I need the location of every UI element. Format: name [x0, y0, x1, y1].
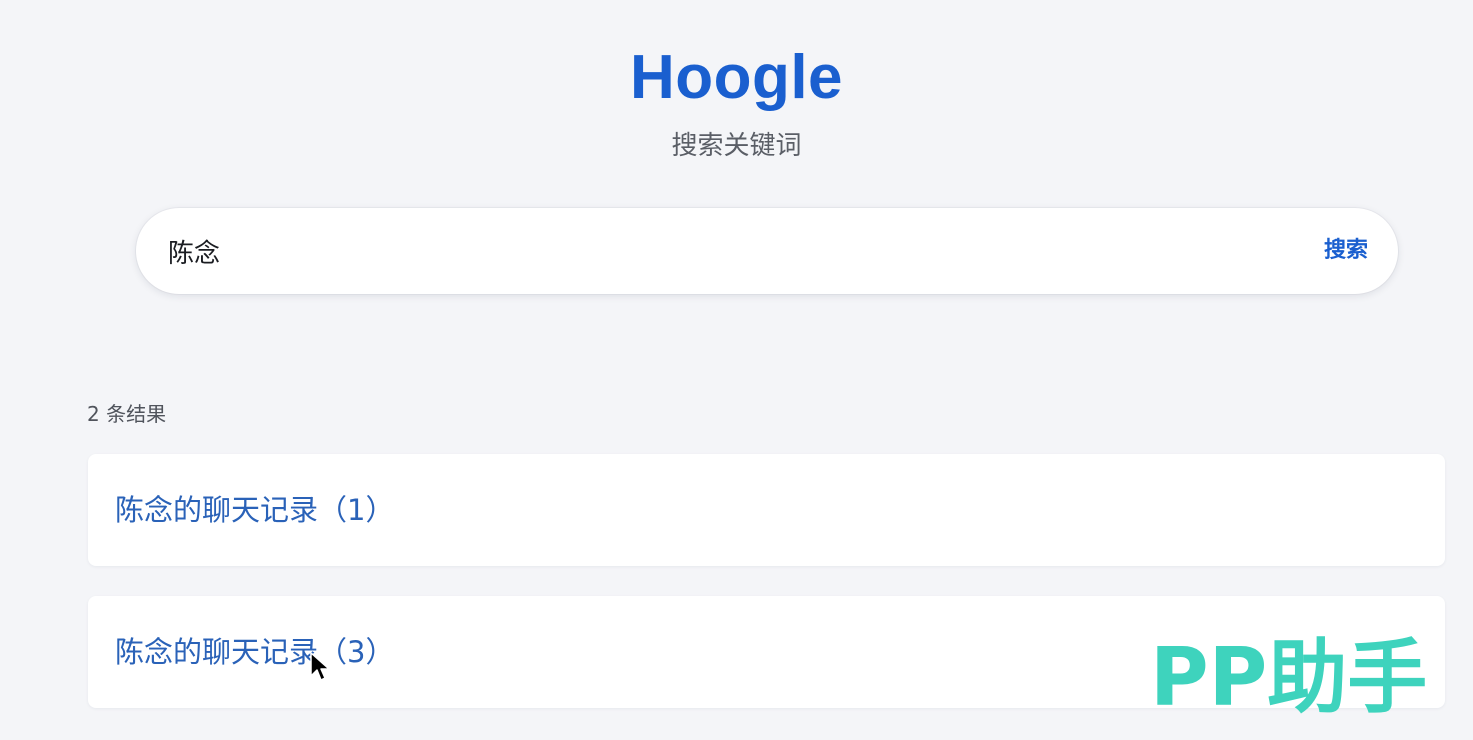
result-count: 2 条结果 [87, 402, 167, 426]
page-subtitle: 搜索关键词 [671, 131, 802, 161]
site-logo-title: Hoogle [629, 43, 844, 112]
result-card: 陈念的聊天记录（1） [88, 454, 1445, 566]
search-input[interactable] [168, 208, 1248, 294]
search-bar: 搜索 [136, 208, 1398, 294]
result-link[interactable]: 陈念的聊天记录（3） [115, 632, 394, 672]
search-button[interactable]: 搜索 [1324, 231, 1368, 271]
watermark: PP助手 [1150, 628, 1427, 728]
mouse-cursor-icon [310, 652, 330, 681]
watermark-text: PP助手 [1150, 631, 1428, 724]
result-link[interactable]: 陈念的聊天记录（1） [115, 490, 394, 530]
